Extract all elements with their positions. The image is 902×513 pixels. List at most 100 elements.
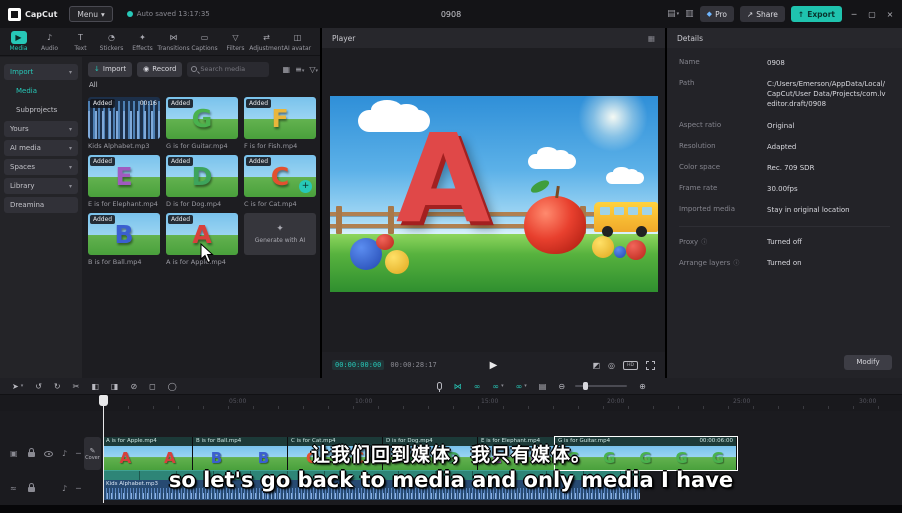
autosave-status: Auto saved 13:17:35 (127, 10, 210, 18)
timeline-zoom-slider[interactable] (575, 385, 627, 387)
tab-ai-avatar[interactable]: ◫AI avatar (282, 31, 313, 52)
panel-toggle-icon[interactable]: ▥ (685, 9, 694, 19)
detail-row-path: PathC:/Users/Emerson/AppData/Local/CapCu… (679, 79, 890, 109)
media-tile-c-cat[interactable]: CAdded + C is for Cat.mp4 (244, 155, 316, 208)
added-badge: Added (246, 157, 271, 166)
minimize-button[interactable]: ─ (848, 10, 860, 19)
tab-media[interactable]: ▶Media (3, 31, 34, 52)
added-badge: Added (168, 215, 193, 224)
media-tile-b-ball[interactable]: BAdded B is for Ball.mp4 (88, 213, 160, 266)
media-tile-g-guitar[interactable]: GAdded G is for Guitar.mp4 (166, 97, 238, 150)
timeline-ruler[interactable]: 05:00 10:00 15:00 20:00 25:00 30:00 (0, 395, 902, 411)
close-button[interactable]: × (884, 10, 896, 19)
app-name: CapCut (25, 10, 57, 19)
sidebar-item-subprojects[interactable]: Subprojects (10, 102, 78, 118)
auto-link-icon[interactable]: ∞ (474, 382, 481, 391)
zoom-in-icon[interactable]: ⊕ (639, 382, 646, 391)
apple (524, 196, 586, 254)
stickers-tab-icon: ◔ (104, 31, 120, 44)
modify-button[interactable]: Modify (844, 355, 892, 370)
tab-stickers[interactable]: ◔Stickers (96, 31, 127, 52)
ball-blue (614, 246, 626, 258)
sidebar-item-spaces[interactable]: Spaces▾ (4, 159, 78, 175)
media-tile-f-fish[interactable]: FAdded F is for Fish.mp4 (244, 97, 316, 150)
maximize-button[interactable]: ▢ (866, 10, 878, 19)
sidebar-item-library[interactable]: Library▾ (4, 178, 78, 194)
undo-icon[interactable]: ↺ (35, 382, 42, 391)
tab-effects[interactable]: ✦Effects (127, 31, 158, 52)
export-button[interactable]: ↑ Export (791, 6, 842, 22)
import-icon: ↓ (94, 65, 100, 73)
app-logo: CapCut (8, 8, 57, 21)
import-button[interactable]: ↓Import (88, 62, 132, 77)
filter-icon[interactable]: ▽▾ (309, 65, 318, 74)
media-tile-d-dog[interactable]: DAdded D is for Dog.mp4 (166, 155, 238, 208)
record-button[interactable]: ◉Record (137, 62, 182, 77)
effects-tab-icon: ✦ (135, 31, 151, 44)
zoom-slider-handle[interactable] (583, 382, 588, 390)
sidebar-item-media[interactable]: Media (10, 83, 78, 99)
freeze-frame-icon[interactable]: ◻ (149, 382, 156, 391)
preview-axis-icon[interactable]: ∞▾ (492, 382, 503, 391)
added-badge: Added (90, 157, 115, 166)
cloud (606, 172, 644, 184)
fullscreen-icon[interactable] (646, 361, 655, 370)
tab-adjustment[interactable]: ⇄Adjustment (251, 31, 282, 52)
details-title: Details (677, 34, 703, 43)
title-bar: CapCut Menu ▾ Auto saved 13:17:35 0908 ▤… (0, 0, 902, 28)
playhead-handle[interactable] (99, 395, 108, 406)
add-to-timeline-button[interactable]: + (299, 180, 312, 193)
voiceover-mic-icon[interactable] (437, 382, 442, 390)
mask-icon[interactable]: ◯ (168, 382, 177, 391)
pro-button[interactable]: ◆ Pro (700, 6, 734, 22)
menu-button[interactable]: Menu ▾ (69, 6, 112, 22)
tab-text[interactable]: TText (65, 31, 96, 52)
sidebar-item-import[interactable]: Import▾ (4, 64, 78, 80)
redo-icon[interactable]: ↻ (54, 382, 61, 391)
filter-all-label[interactable]: All (89, 81, 98, 89)
text-tab-icon: T (73, 31, 89, 44)
generate-with-ai-tile[interactable]: ✦ Generate with AI (244, 213, 316, 255)
trim-right-icon[interactable]: ◨ (111, 382, 119, 391)
media-tile-name: E is for Elephant.mp4 (88, 200, 160, 208)
tab-transitions[interactable]: ⋈Transitions (158, 31, 189, 52)
titlebar-actions: ▤▾ ▥ ◆ Pro ↗ Share ↑ Export ─ ▢ × (667, 0, 896, 28)
track-view-icon[interactable]: ▤ (539, 382, 547, 391)
media-tile-e-elephant[interactable]: EAdded E is for Elephant.mp4 (88, 155, 160, 208)
magnetic-snap-icon[interactable]: ⋈ (454, 382, 462, 391)
select-tool-icon[interactable]: ➤▾ (12, 382, 23, 391)
quality-icon[interactable]: HD (623, 361, 638, 370)
sidebar-item-ai-media[interactable]: AI media▾ (4, 140, 78, 156)
sun (578, 96, 648, 152)
player-menu-icon[interactable]: ▦ (648, 34, 655, 43)
ai-avatar-tab-icon: ◫ (290, 31, 306, 44)
workspace-layout-icon[interactable]: ▤▾ (667, 9, 679, 19)
tab-filters[interactable]: ▽Filters (220, 31, 251, 52)
video-preview[interactable]: A (330, 96, 658, 292)
search-input[interactable] (200, 65, 260, 73)
ruler-ticks (103, 406, 902, 409)
tab-audio[interactable]: ♪Audio (34, 31, 65, 52)
sort-icon[interactable]: ≡▾ (295, 65, 304, 74)
focus-icon[interactable]: ◎ (608, 361, 615, 370)
compare-icon[interactable]: ◩ (592, 361, 600, 370)
sidebar-item-yours[interactable]: Yours▾ (4, 121, 78, 137)
ball-yellow (385, 250, 409, 274)
ball-red (626, 240, 646, 260)
grid-view-icon[interactable]: ▦ (283, 65, 291, 74)
chevron-down-icon: ▾ (69, 69, 72, 76)
total-time: 00:00:28:17 (390, 361, 436, 369)
snapping-options-icon[interactable]: ∞▾ (516, 382, 527, 391)
transitions-tab-icon: ⋈ (166, 31, 182, 44)
share-button[interactable]: ↗ Share (740, 6, 785, 22)
split-icon[interactable]: ✂ (73, 382, 80, 391)
media-tile-kids-alphabet[interactable]: Added 00:16 Kids Alphabet.mp3 (88, 97, 160, 150)
delete-icon[interactable]: ⊘ (130, 382, 137, 391)
trim-left-icon[interactable]: ◧ (91, 382, 99, 391)
ball-red (376, 234, 394, 250)
cloud (528, 154, 576, 169)
tab-captions[interactable]: ▭Captions (189, 31, 220, 52)
sidebar-item-dreamina[interactable]: Dreamina (4, 197, 78, 213)
autosave-dot-icon (127, 11, 133, 17)
zoom-out-icon[interactable]: ⊖ (558, 382, 565, 391)
